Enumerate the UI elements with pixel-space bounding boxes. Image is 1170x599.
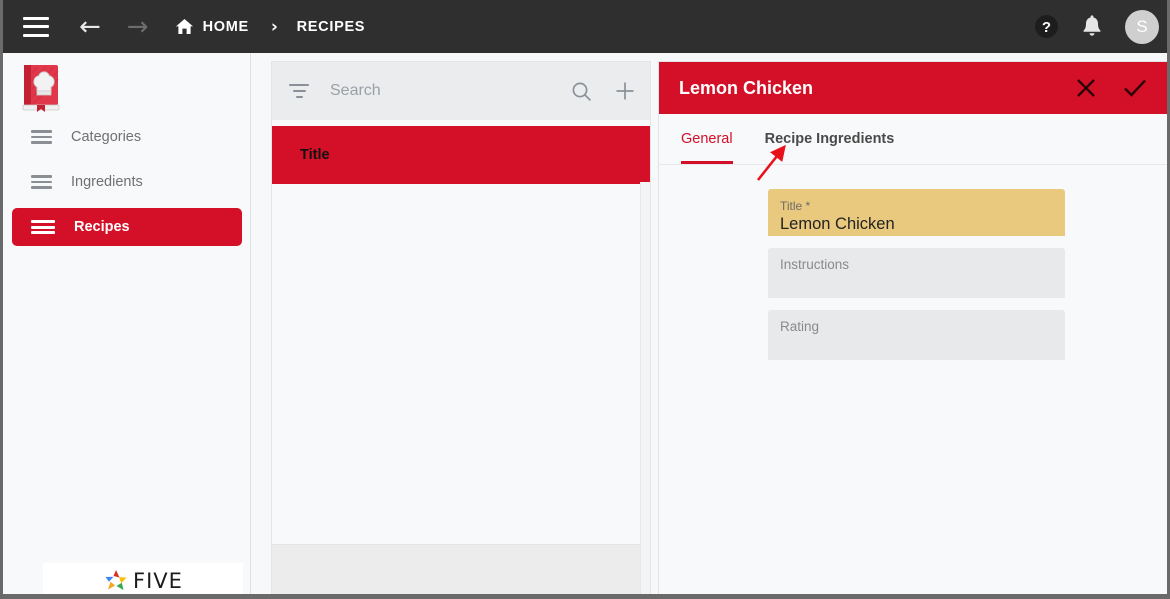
list-icon xyxy=(31,130,52,144)
recipe-detail-panel: Lemon Chicken General Recipe Ingredients xyxy=(658,61,1167,594)
tab-label: General xyxy=(681,131,733,147)
sidebar-item-label: Recipes xyxy=(74,219,130,235)
recipes-list-panel: Title xyxy=(271,61,651,594)
help-circle-icon[interactable]: ? xyxy=(1034,14,1059,39)
sidebar: Categories Ingredients Recipes FIVE xyxy=(3,53,251,594)
breadcrumb-item-home[interactable]: HOME xyxy=(203,19,249,35)
rating-field-label: Rating xyxy=(780,319,820,334)
list-footer xyxy=(272,545,650,594)
sidebar-item-recipes[interactable]: Recipes xyxy=(12,208,242,246)
app-window: ← → HOME › RECIPES ? S Categories Ingred… xyxy=(0,0,1170,599)
title-field-value: Lemon Chicken xyxy=(780,215,895,233)
five-pinwheel-icon xyxy=(105,570,127,590)
instructions-field[interactable]: Instructions xyxy=(768,248,1065,298)
sidebar-item-categories[interactable]: Categories xyxy=(12,118,242,156)
home-icon xyxy=(175,18,194,35)
avatar[interactable]: S xyxy=(1125,9,1159,44)
sidebar-menu: Categories Ingredients Recipes xyxy=(3,118,251,253)
list-scrollbar[interactable] xyxy=(640,182,650,594)
breadcrumb-item-recipes[interactable]: RECIPES xyxy=(297,19,366,35)
chevron-right-icon: › xyxy=(270,16,279,37)
page-title: Lemon Chicken xyxy=(679,77,814,98)
brand-logo: FIVE xyxy=(43,563,243,594)
check-icon[interactable] xyxy=(1121,75,1149,101)
rating-field[interactable]: Rating xyxy=(768,310,1065,360)
bell-icon[interactable] xyxy=(1081,14,1103,39)
search-icon[interactable] xyxy=(571,81,592,102)
tab-general[interactable]: General xyxy=(681,114,733,164)
list-column-header[interactable]: Title xyxy=(272,126,650,184)
brand-name: FIVE xyxy=(133,569,183,593)
cookbook-icon xyxy=(20,63,64,113)
sidebar-item-ingredients[interactable]: Ingredients xyxy=(12,163,242,201)
title-field[interactable]: Title * Lemon Chicken xyxy=(768,189,1065,236)
filter-icon[interactable] xyxy=(289,84,309,98)
list-icon xyxy=(31,220,55,234)
arrow-left-icon[interactable]: ← xyxy=(79,14,101,40)
list-icon xyxy=(31,175,52,189)
title-field-label: Title * xyxy=(780,199,811,213)
tab-label: Recipe Ingredients xyxy=(764,131,895,147)
sidebar-item-label: Ingredients xyxy=(71,174,143,190)
tab-recipe-ingredients[interactable]: Recipe Ingredients xyxy=(765,114,895,164)
detail-tabs: General Recipe Ingredients xyxy=(659,114,1167,165)
list-search-bar xyxy=(272,62,650,120)
arrow-right-icon[interactable]: → xyxy=(127,14,149,40)
general-form: Title * Lemon Chicken Instructions Ratin… xyxy=(659,165,1167,360)
search-input[interactable] xyxy=(328,81,549,101)
plus-icon[interactable] xyxy=(614,80,636,102)
hamburger-icon[interactable] xyxy=(23,16,49,37)
avatar-initial: S xyxy=(1136,16,1148,36)
svg-text:?: ? xyxy=(1042,19,1051,36)
sidebar-item-label: Categories xyxy=(71,129,142,145)
detail-panel-header: Lemon Chicken xyxy=(659,62,1167,114)
list-rows-container xyxy=(272,184,650,545)
breadcrumb: HOME › RECIPES xyxy=(175,17,366,37)
instructions-field-label: Instructions xyxy=(780,257,850,272)
top-navigation-bar: ← → HOME › RECIPES ? S xyxy=(3,0,1167,53)
close-icon[interactable] xyxy=(1073,75,1099,101)
column-header-title: Title xyxy=(300,147,330,163)
